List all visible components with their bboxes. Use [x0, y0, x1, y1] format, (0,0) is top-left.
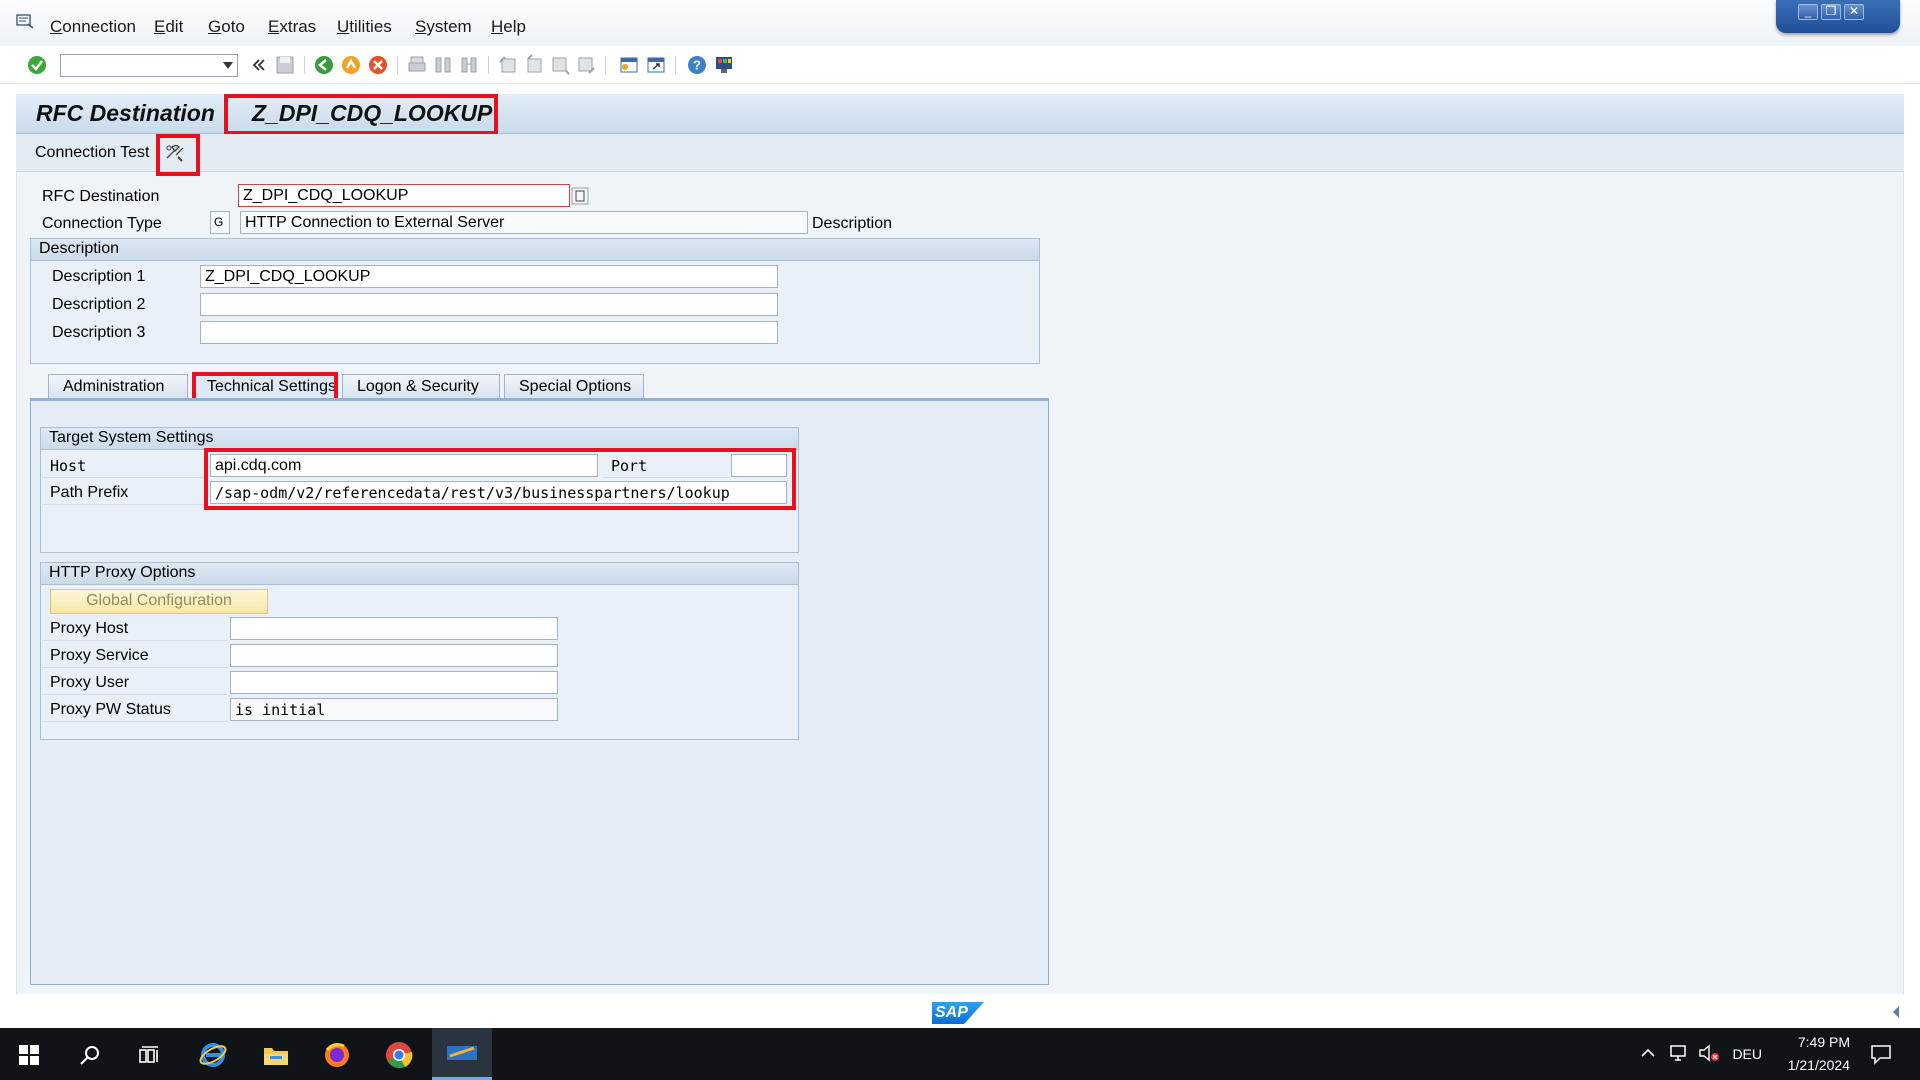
description-3-field[interactable] — [200, 321, 778, 344]
page-title: RFC Destination — [36, 100, 215, 126]
description-3-label: Description 3 — [52, 324, 146, 341]
back-icon[interactable] — [313, 54, 335, 76]
rfc-destination-label: RFC Destination — [42, 188, 160, 205]
connection-type-label: Connection Type — [42, 215, 162, 232]
command-field[interactable] — [60, 54, 238, 77]
customize-layout-icon[interactable] — [713, 54, 735, 76]
highlight-title — [224, 94, 498, 135]
menu-goto[interactable]: Goto — [208, 17, 245, 37]
toolbar-separator — [304, 56, 305, 74]
system-menu-icon[interactable] — [16, 14, 34, 30]
proxy-user-label: Proxy User — [42, 671, 228, 695]
sap-logon-taskbar-button[interactable] — [432, 1028, 492, 1080]
file-explorer-icon[interactable] — [262, 1042, 290, 1068]
tab-special-options[interactable]: Special Options — [504, 374, 644, 399]
search-icon[interactable] — [78, 1043, 102, 1067]
chevron-down-icon[interactable] — [223, 62, 233, 69]
print-icon[interactable] — [406, 54, 428, 76]
proxy-host-label: Proxy Host — [42, 617, 228, 641]
proxy-service-label: Proxy Service — [42, 644, 228, 668]
volume-muted-icon[interactable] — [1698, 1044, 1720, 1062]
toolbar-separator — [605, 56, 606, 74]
rfc-destination-field[interactable]: Z_DPI_CDQ_LOOKUP — [238, 184, 570, 207]
menu-extras[interactable]: Extras — [268, 17, 316, 37]
toolbar-separator — [397, 56, 398, 74]
input-language[interactable]: DEU — [1728, 1046, 1762, 1062]
previous-page-icon[interactable] — [523, 54, 545, 76]
menu-connection[interactable]: Connection — [50, 17, 136, 37]
last-page-icon[interactable] — [575, 54, 597, 76]
connection-type-field: HTTP Connection to External Server — [240, 211, 808, 234]
clock-time[interactable]: 7:49 PM — [1770, 1034, 1850, 1050]
description-side-label: Description — [812, 215, 893, 232]
description-1-field[interactable]: Z_DPI_CDQ_LOOKUP — [200, 265, 778, 288]
network-icon[interactable] — [1668, 1044, 1690, 1062]
host-label: Host — [42, 454, 208, 478]
help-icon[interactable]: ? — [686, 54, 708, 76]
window-controls: _ ❐ ✕ — [1776, 0, 1900, 33]
save-icon[interactable] — [274, 54, 296, 76]
find-icon[interactable] — [432, 54, 454, 76]
show-hidden-icons-chevron-icon[interactable] — [1640, 1046, 1656, 1060]
minimize-button[interactable]: _ — [1798, 4, 1818, 20]
description-1-label: Description 1 — [52, 268, 146, 285]
global-configuration-button[interactable]: Global Configuration — [50, 589, 268, 614]
multiple-selection-icon[interactable] — [570, 186, 590, 206]
proxy-pw-status-field: is initial — [230, 698, 558, 721]
menu-utilities[interactable]: Utilities — [337, 17, 392, 37]
proxy-host-field[interactable] — [230, 617, 558, 640]
description-2-field[interactable] — [200, 293, 778, 316]
description-group-title: Description — [31, 239, 1039, 261]
svg-text:?: ? — [693, 58, 701, 73]
clock-date[interactable]: 1/21/2024 — [1770, 1057, 1850, 1073]
menu-edit[interactable]: Edit — [154, 17, 183, 37]
menu-help[interactable]: Help — [491, 17, 526, 37]
shortcut-icon[interactable] — [645, 54, 667, 76]
create-session-icon[interactable] — [618, 54, 640, 76]
internet-explorer-icon[interactable] — [198, 1040, 228, 1070]
highlight-connection-test — [156, 134, 200, 176]
task-view-icon[interactable] — [138, 1044, 162, 1066]
menu-system[interactable]: System — [415, 17, 472, 37]
status-expand-icon[interactable] — [1890, 1004, 1902, 1020]
toolbar-separator — [488, 56, 489, 74]
enter-check-icon[interactable] — [26, 54, 48, 76]
sap-logo-text: SAP — [935, 1004, 968, 1021]
next-page-icon[interactable] — [549, 54, 571, 76]
target-system-title: Target System Settings — [41, 428, 798, 450]
chrome-icon[interactable] — [384, 1040, 414, 1070]
close-button[interactable]: ✕ — [1844, 4, 1864, 20]
windows-start-icon[interactable] — [18, 1044, 40, 1066]
toolbar-separator — [675, 56, 676, 74]
restore-button[interactable]: ❐ — [1821, 4, 1841, 20]
path-prefix-label: Path Prefix — [42, 481, 208, 505]
connection-test-label[interactable]: Connection Test — [35, 144, 149, 162]
proxy-service-field[interactable] — [230, 644, 558, 667]
http-proxy-title: HTTP Proxy Options — [41, 563, 798, 585]
tab-administration[interactable]: Administration — [48, 374, 188, 399]
proxy-user-field[interactable] — [230, 671, 558, 694]
description-2-label: Description 2 — [52, 296, 146, 313]
tab-logon-security[interactable]: Logon & Security — [342, 374, 500, 399]
collapse-arrows-icon[interactable] — [248, 54, 270, 76]
cancel-icon[interactable] — [367, 54, 389, 76]
exit-icon[interactable] — [340, 54, 362, 76]
first-page-icon[interactable] — [497, 54, 519, 76]
sap-logon-icon — [447, 1046, 477, 1060]
highlight-target-system — [204, 448, 796, 510]
application-toolbar: Connection Test — [16, 134, 1904, 172]
notifications-icon[interactable] — [1870, 1043, 1892, 1065]
standard-toolbar: ? — [0, 46, 1920, 84]
connection-type-code[interactable]: G — [210, 211, 230, 234]
proxy-pw-status-label: Proxy PW Status — [42, 698, 228, 722]
sap-logo: SAP — [932, 1000, 984, 1026]
firefox-icon[interactable] — [322, 1040, 352, 1070]
find-next-icon[interactable] — [458, 54, 480, 76]
menu-bar: Connection Edit Goto Extras Utilities Sy… — [0, 0, 1920, 46]
